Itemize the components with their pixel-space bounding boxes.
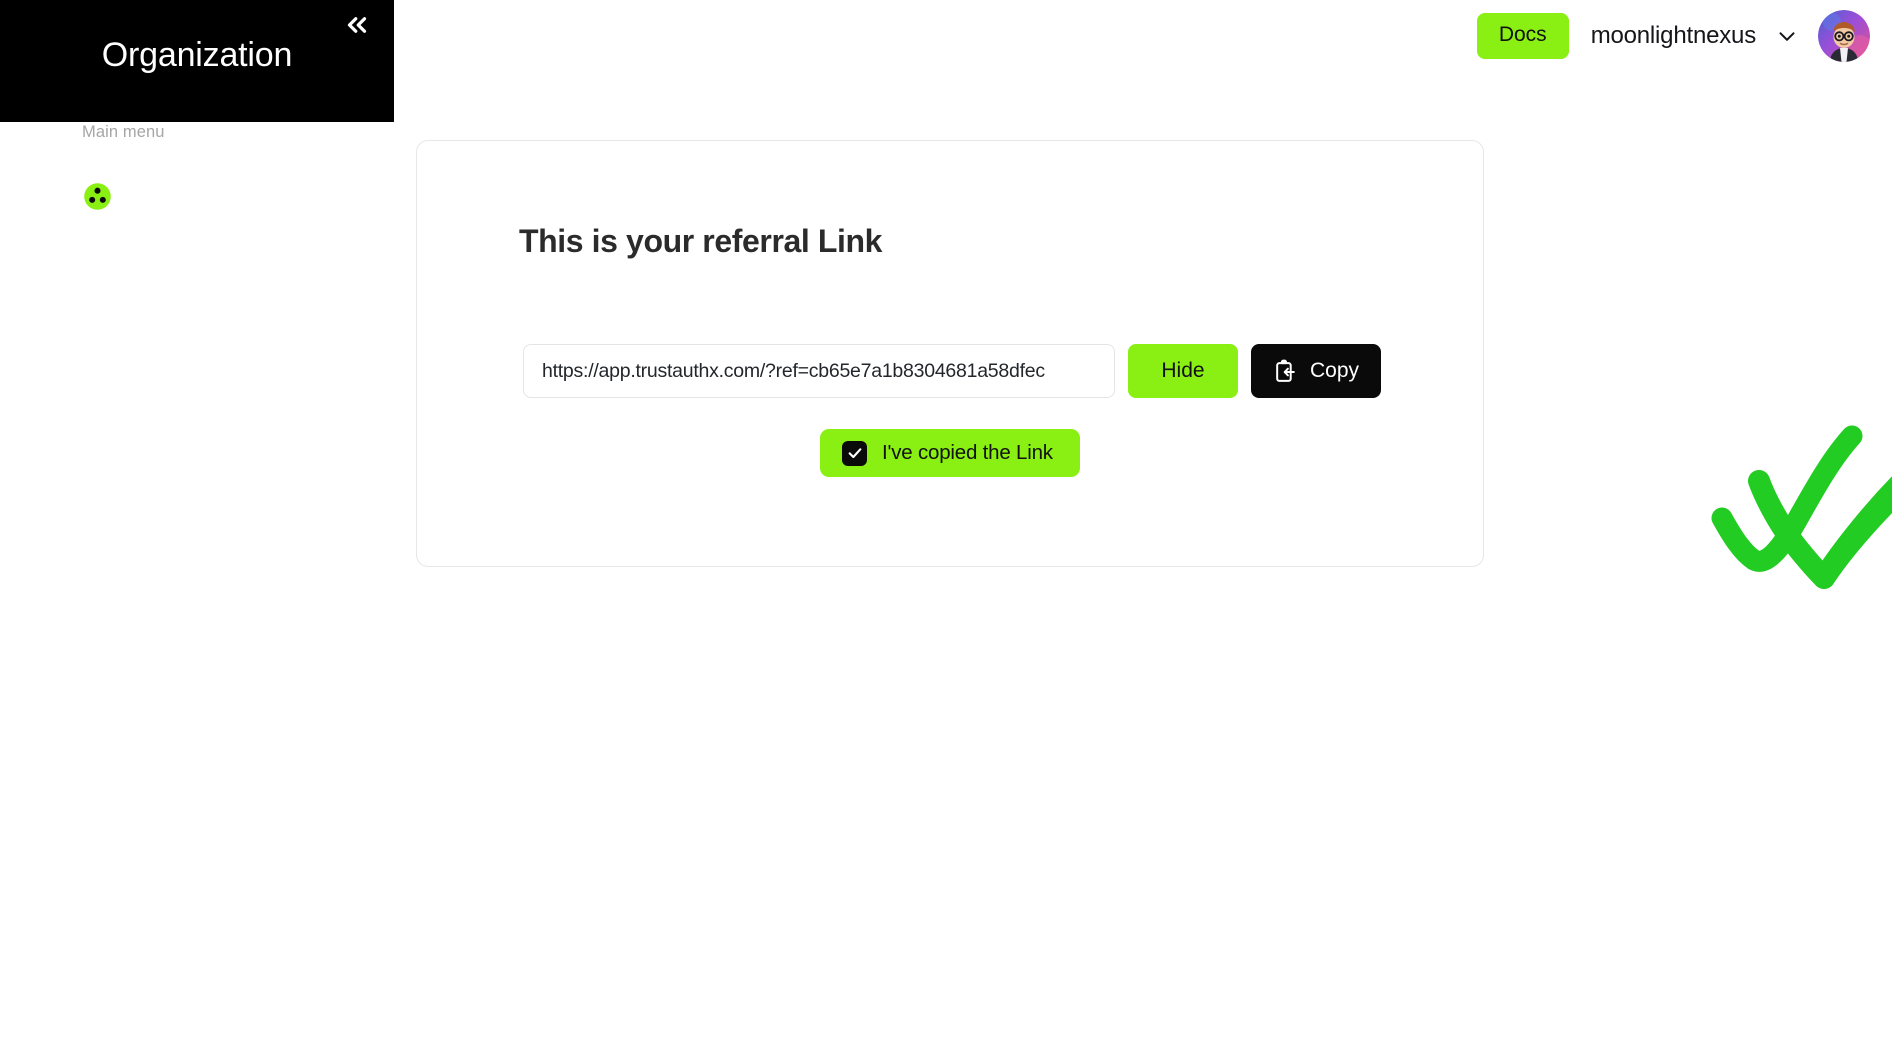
username-label: moonlightnexus: [1590, 22, 1757, 49]
app-root: Organization Main menu Organization Gene…: [0, 0, 1892, 1047]
chevron-down-icon[interactable]: [1774, 23, 1800, 49]
referral-link-row: Hide Copy: [523, 344, 1382, 398]
copy-button[interactable]: Copy: [1251, 344, 1382, 398]
sidebar-title: Organization: [101, 36, 293, 74]
organization-icon: [82, 181, 112, 211]
copied-link-label: I've copied the Link: [882, 441, 1053, 464]
nav-group-main-menu: Main menu Organization: [0, 122, 394, 1047]
chevrons-left-icon: [342, 10, 372, 40]
hide-button[interactable]: Hide: [1128, 344, 1238, 398]
handdrawn-checkmark-annotation: [1684, 350, 1892, 610]
user-menu[interactable]: moonlightnexus: [1591, 10, 1870, 62]
copy-button-label: Copy: [1310, 359, 1360, 382]
checkbox-box[interactable]: [842, 440, 867, 466]
avatar[interactable]: [1818, 10, 1870, 62]
page-title: This is your referral Link: [519, 223, 883, 259]
main-content: Docs moonlightnexus This is your referra…: [394, 0, 1892, 1047]
docs-button[interactable]: Docs: [1476, 13, 1569, 59]
sidebar: Organization Main menu Organization Gene…: [0, 0, 394, 1047]
sidebar-collapse-button[interactable]: [338, 6, 376, 44]
topbar: Docs moonlightnexus: [1476, 0, 1892, 72]
clipboard-paste-icon: [1273, 359, 1298, 384]
check-icon: [847, 445, 863, 461]
referral-link-input[interactable]: [523, 344, 1115, 398]
copied-link-checkbox[interactable]: I've copied the Link: [820, 429, 1080, 477]
nav-section-label-main-menu: Main menu: [82, 123, 165, 141]
referral-card: This is your referral Link Hide Copy: [416, 140, 1484, 567]
sidebar-item-label: Organization: [131, 182, 266, 209]
sidebar-item-organization[interactable]: Organization: [0, 172, 394, 220]
